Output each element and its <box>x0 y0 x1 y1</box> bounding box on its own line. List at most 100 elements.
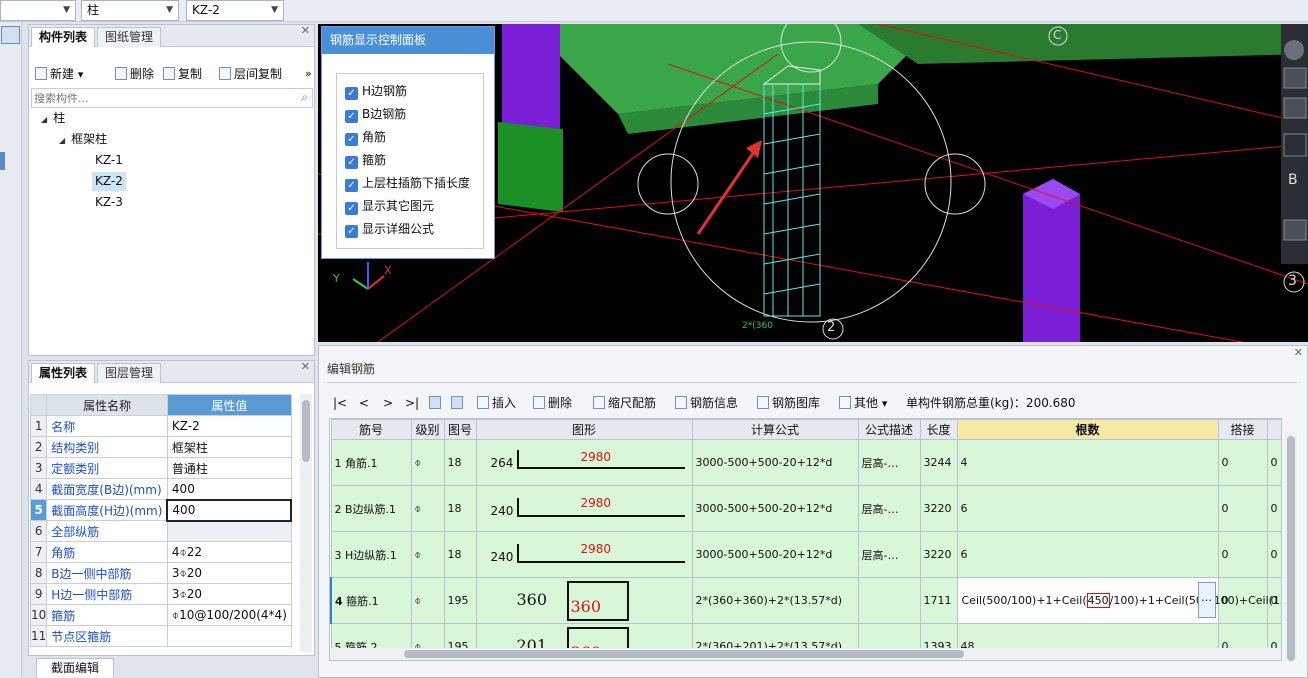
fig-cell[interactable]: 18 <box>443 439 477 486</box>
level-cell[interactable]: ⌽ <box>410 439 445 486</box>
move-up-button[interactable] <box>429 394 444 412</box>
shape-cell[interactable]: 360 360 <box>475 577 693 624</box>
view-grid-icon[interactable] <box>1283 219 1307 241</box>
grid-hscrollbar[interactable] <box>330 648 1281 660</box>
formula-cell[interactable]: 3000-500+500-20+12*d <box>691 485 859 532</box>
section-edit-tab[interactable]: 截面编辑 <box>36 658 115 678</box>
col-count[interactable]: 根数 <box>956 419 1219 440</box>
loss-cell[interactable]: 0 <box>1266 439 1281 486</box>
count-editor-cell[interactable]: Ceil(500/100)+1+Ceil(450/100)+1+Ceil(500… <box>956 577 1281 624</box>
property-row[interactable]: 8 B边一侧中部筋 3⌽20 <box>29 562 292 584</box>
new-button[interactable]: 新建 ▾ <box>35 65 83 83</box>
tree-group[interactable]: ◢ 框架柱 <box>59 130 107 149</box>
grid-vscrollbar[interactable] <box>1285 432 1297 661</box>
view-sphere-icon[interactable] <box>1284 40 1304 60</box>
formula-cell[interactable]: 3000-500+500-20+12*d <box>691 531 859 578</box>
checkbox-checked-icon[interactable]: ✓ <box>345 156 358 169</box>
floor-combo[interactable]: ▼ <box>0 0 76 21</box>
delete-button[interactable]: 删除 <box>115 65 154 83</box>
option-h-rebar[interactable]: ✓ H边钢筋 <box>345 83 407 101</box>
view-3d-icon[interactable] <box>1283 97 1307 119</box>
nav-next-button[interactable]: > <box>383 394 393 412</box>
desc-cell[interactable] <box>857 577 921 624</box>
nav-last-button[interactable]: >| <box>405 394 419 412</box>
search-icon[interactable]: ⌕ <box>301 90 308 105</box>
length-cell[interactable]: 3220 <box>919 485 958 532</box>
other-button[interactable]: 其他 ▾ <box>839 394 887 412</box>
property-value-editor[interactable]: 400 <box>166 498 293 522</box>
view-2d-icon[interactable] <box>1283 67 1307 89</box>
property-row[interactable]: 2 结构类别 框架柱 <box>29 436 292 458</box>
close-icon[interactable]: ✕ <box>1294 347 1303 359</box>
col-length[interactable]: 长度 <box>919 419 958 440</box>
property-value[interactable]: 3⌽20 <box>166 583 292 605</box>
loss-cell[interactable]: 0 <box>1266 531 1281 578</box>
nav-prev-button[interactable]: < <box>359 394 369 412</box>
option-show-others[interactable]: ✓ 显示其它图元 <box>345 198 434 216</box>
more-icon[interactable]: » <box>305 67 312 80</box>
grid-row[interactable]: 3 H边纵筋.1 ⌽ 18 240 2980 3000-500+500-20+1… <box>330 531 1281 578</box>
lap-cell[interactable]: 0 <box>1217 485 1268 532</box>
bar-no-cell[interactable]: 4 箍筋.1 <box>330 577 412 624</box>
property-value[interactable]: 普通柱 <box>166 457 292 479</box>
checkbox-checked-icon[interactable]: ✓ <box>345 133 358 146</box>
property-value[interactable]: 400 <box>166 478 292 500</box>
property-value[interactable]: ⌽10@100/200(4*4) <box>166 604 292 626</box>
property-value[interactable]: 框架柱 <box>166 436 292 458</box>
property-group-row[interactable]: 6 全部纵筋 <box>29 520 292 542</box>
tab-drawing-manage[interactable]: 图纸管理 <box>97 27 162 47</box>
lap-cell[interactable]: 0 <box>1217 531 1268 578</box>
formula-more-button[interactable]: … <box>1197 582 1216 618</box>
property-row[interactable]: 11 节点区箍筋 <box>29 625 292 647</box>
orbit-handle[interactable] <box>637 153 699 215</box>
formula-cell[interactable]: 2*(360+360)+2*(13.57*d) <box>691 577 859 624</box>
property-scrollbar[interactable] <box>300 394 312 652</box>
bar-no-cell[interactable]: 1 角筋.1 <box>330 439 412 486</box>
fig-cell[interactable]: 18 <box>443 485 477 532</box>
col-shape[interactable]: 图形 <box>475 419 693 440</box>
shape-cell[interactable]: 264 2980 <box>475 439 693 486</box>
col-formula[interactable]: 计算公式 <box>691 419 859 440</box>
length-cell[interactable]: 1711 <box>919 577 958 624</box>
lap-cell[interactable]: 0 <box>1217 439 1268 486</box>
nav-first-button[interactable]: |< <box>333 394 347 412</box>
grid-row-editing[interactable]: 4 箍筋.1 ⌽ 195 360 360 2*(360+360)+2*(13.5… <box>330 577 1281 624</box>
bar-no-cell[interactable]: 2 B边纵筋.1 <box>330 485 412 532</box>
tab-property-list[interactable]: 属性列表 <box>31 363 96 383</box>
option-b-rebar[interactable]: ✓ B边钢筋 <box>345 106 406 124</box>
copy-button[interactable]: 复制 <box>163 65 202 83</box>
fig-cell[interactable]: 195 <box>443 577 477 624</box>
close-icon[interactable]: ✕ <box>301 361 310 373</box>
insert-button[interactable]: 插入 <box>477 394 516 412</box>
fig-cell[interactable]: 18 <box>443 531 477 578</box>
tree-root[interactable]: ◢ 柱 <box>41 109 65 128</box>
shape-cell[interactable]: 240 2980 <box>475 531 693 578</box>
option-upper-dowel[interactable]: ✓ 上层柱插筋下插长度 <box>345 175 470 193</box>
count-cell[interactable]: 6 <box>956 531 1219 578</box>
type-combo[interactable]: 柱 ▼ <box>81 0 179 21</box>
length-cell[interactable]: 3244 <box>919 439 958 486</box>
tree-item-kz1[interactable]: KZ-1 <box>95 151 123 170</box>
desc-cell[interactable]: 层高-… <box>857 531 921 578</box>
checkbox-checked-icon[interactable]: ✓ <box>345 179 358 192</box>
loss-cell[interactable]: 0 <box>1266 485 1281 532</box>
length-cell[interactable]: 3220 <box>919 531 958 578</box>
search-input[interactable] <box>32 89 282 107</box>
tree-item-kz2[interactable]: KZ-2 <box>92 172 126 191</box>
col-lap[interactable]: 搭接 <box>1217 419 1268 440</box>
ruler-rebar-button[interactable]: 缩尺配筋 <box>593 394 656 412</box>
tree-item-kz3[interactable]: KZ-3 <box>95 193 123 212</box>
checkbox-checked-icon[interactable]: ✓ <box>345 110 358 123</box>
property-value[interactable]: 4⌽22 <box>166 541 292 563</box>
scrollbar-thumb[interactable] <box>404 650 964 658</box>
property-row-current[interactable]: 5 截面高度(H边)(mm) 400 <box>29 498 293 522</box>
level-cell[interactable]: ⌽ <box>410 531 445 578</box>
bar-no-cell[interactable]: 3 H边纵筋.1 <box>330 531 412 578</box>
delete-row-button[interactable]: 删除 <box>533 394 572 412</box>
col-level[interactable]: 级别 <box>410 419 445 440</box>
tab-component-list[interactable]: 构件列表 <box>31 27 96 47</box>
property-row[interactable]: 10 箍筋 ⌽10@100/200(4*4) <box>29 604 292 626</box>
level-cell[interactable]: ⌽ <box>410 485 445 532</box>
grid-row[interactable]: 1 角筋.1 ⌽ 18 264 2980 3000-500+500-20+12*… <box>330 439 1281 486</box>
component-combo[interactable]: KZ-2 ▼ <box>186 0 284 21</box>
